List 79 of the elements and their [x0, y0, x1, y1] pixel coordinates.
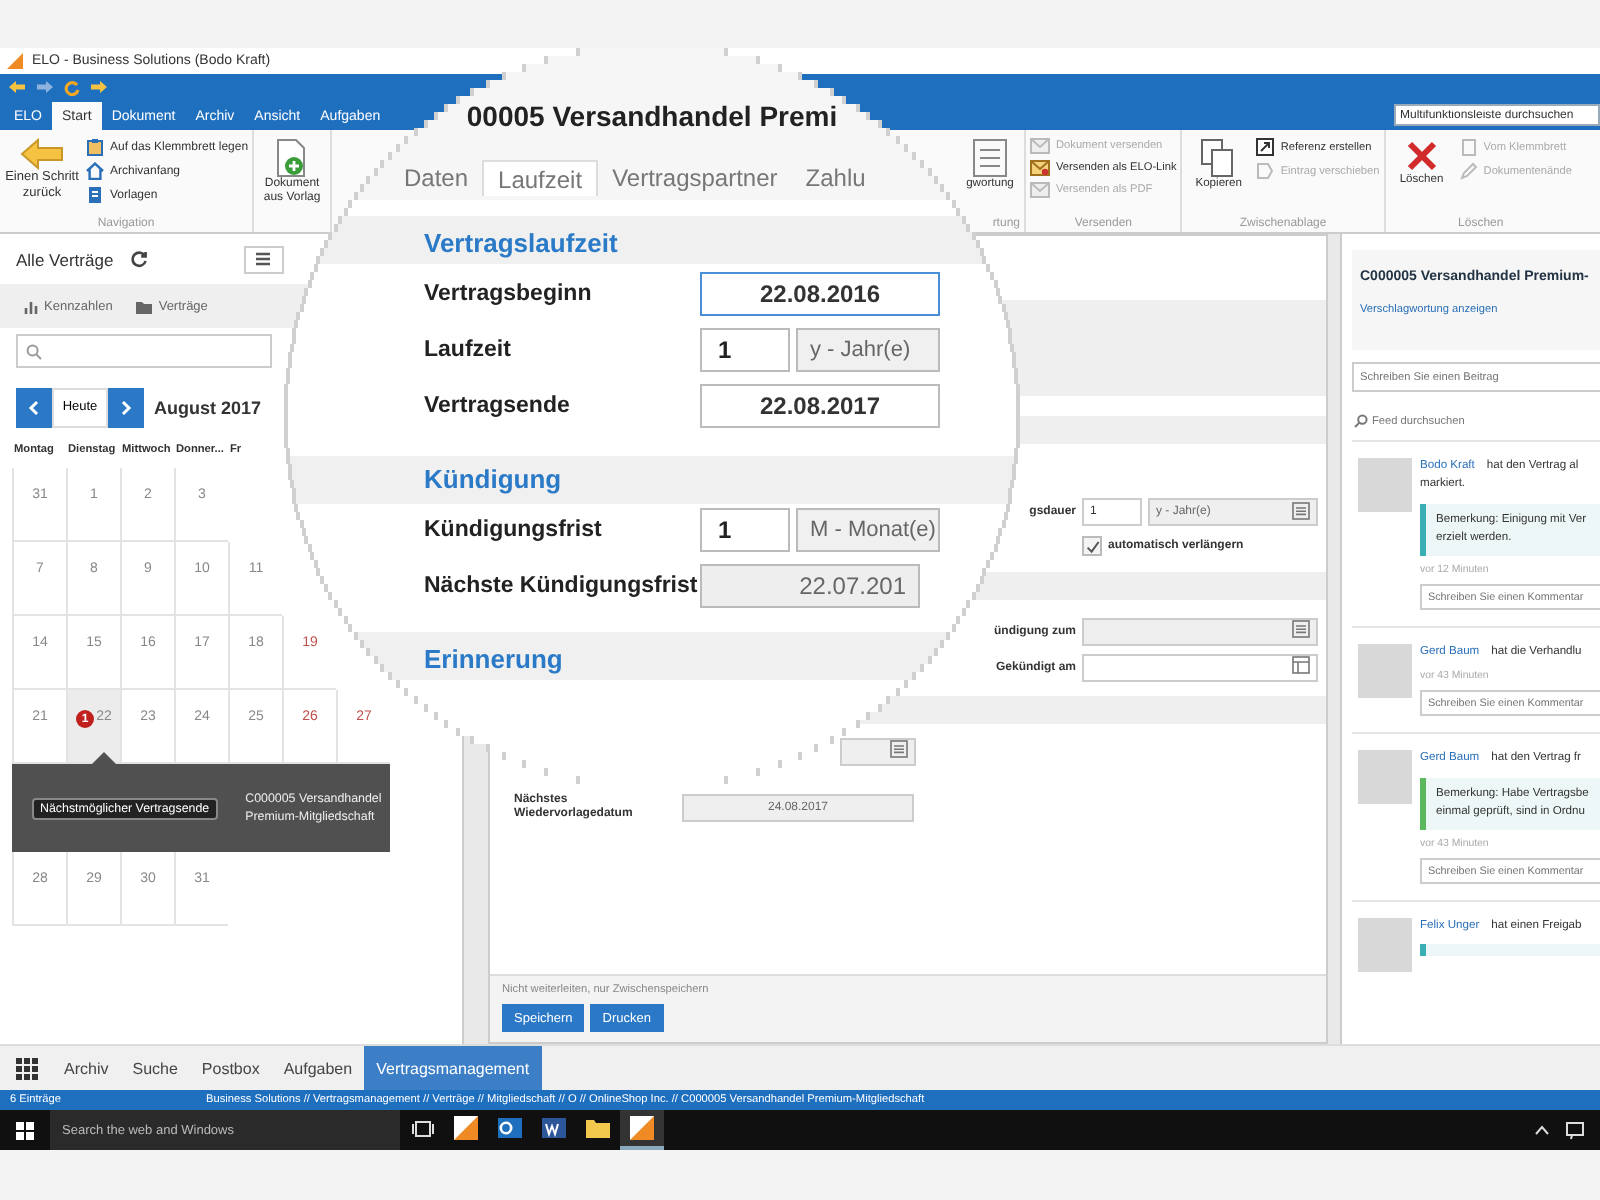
clipboard-icon	[1459, 138, 1478, 156]
avatar-placeholder	[1358, 918, 1412, 973]
refresh-icon[interactable]	[129, 250, 148, 268]
form-tab[interactable]: Zahlu	[791, 160, 880, 196]
checkmark-icon	[1085, 539, 1099, 553]
field-label: Laufzeit	[424, 338, 513, 362]
x-icon	[1403, 138, 1440, 174]
app-logo-icon	[6, 52, 24, 70]
avatar-placeholder	[1358, 750, 1412, 805]
document-logo-icon	[628, 1114, 656, 1142]
list-view-button[interactable]	[243, 245, 284, 273]
word-app-icon	[540, 1114, 568, 1142]
panel-title: Alle Verträge	[16, 249, 114, 269]
chevron-up-icon[interactable]	[1534, 1124, 1550, 1136]
avatar-placeholder	[1358, 458, 1412, 512]
unit-dropdown[interactable]: y - Jahr(e)	[796, 328, 940, 372]
list-icon	[890, 740, 908, 758]
checkbox[interactable]	[1082, 536, 1102, 556]
list-icon	[256, 252, 271, 266]
pencil-icon	[1459, 162, 1478, 180]
copy-icon	[1200, 138, 1237, 178]
field-label: Vertragsende	[424, 394, 572, 418]
next-button[interactable]	[108, 387, 144, 427]
task-view-icon	[411, 1119, 433, 1137]
document-plus-icon	[274, 138, 311, 178]
bar-chart-icon	[24, 299, 38, 313]
module-tab[interactable]: Vertragsmanagement	[364, 1046, 542, 1090]
list-icon	[972, 138, 1008, 178]
section-heading: Vertragslaufzeit	[424, 227, 618, 257]
month-title: August 2017	[154, 397, 262, 417]
document-logo-icon	[452, 1114, 480, 1142]
envelope-icon	[1030, 182, 1050, 198]
envelope-icon	[1030, 160, 1050, 176]
arrow-left-icon	[20, 138, 64, 170]
arrow-right-icon[interactable]	[90, 80, 108, 94]
dropdown-field[interactable]	[840, 737, 916, 765]
module-tab[interactable]: Suche	[120, 1046, 190, 1090]
number-field[interactable]: 1	[700, 328, 790, 372]
chevron-left-icon	[28, 399, 40, 415]
notification-icon[interactable]	[1566, 1121, 1584, 1139]
form-tab[interactable]: Vertragspartner	[598, 160, 792, 196]
avatar-placeholder	[1358, 644, 1412, 699]
document-icon	[86, 186, 104, 204]
mail-app-icon	[496, 1114, 524, 1142]
field-label: Nächste Kündigungsfrist	[424, 574, 700, 598]
date-field[interactable]: 22.08.2016	[700, 272, 940, 316]
field-label: Vertragsbeginn	[424, 282, 594, 306]
field-label: Kündigungsfrist	[424, 518, 604, 542]
windows-logo-icon	[16, 1121, 34, 1139]
house-icon	[86, 162, 104, 180]
list-icon	[1292, 501, 1310, 519]
date-field: 22.07.201	[700, 564, 920, 608]
section-heading: Kündigung	[424, 463, 562, 493]
number-field[interactable]: 1	[700, 508, 790, 552]
arrow-left-icon[interactable]	[8, 80, 26, 94]
unit-dropdown[interactable]: M - Monat(e)	[796, 508, 940, 552]
form-tab[interactable]: Daten	[390, 160, 483, 196]
date-field[interactable]	[1082, 653, 1318, 681]
date-field[interactable]: 22.08.2017	[700, 384, 940, 428]
folder-icon	[136, 299, 153, 313]
previous-button[interactable]	[16, 387, 52, 427]
form-tab[interactable]: Laufzeit	[482, 160, 599, 196]
module-tab[interactable]: Archiv	[52, 1046, 121, 1090]
chevron-right-icon	[120, 399, 132, 415]
section-heading: Erinnerung	[424, 643, 563, 673]
search-icon	[1354, 414, 1368, 428]
module-tab[interactable]: Aufgaben	[271, 1046, 365, 1090]
contract-title: 00005 Versandhandel Premi	[466, 100, 838, 132]
envelope-icon	[1030, 138, 1050, 154]
shortcut-arrow-icon	[1256, 138, 1275, 156]
search-field[interactable]	[16, 334, 272, 368]
module-tab[interactable]: Postbox	[189, 1046, 272, 1090]
clipboard-icon	[86, 138, 104, 156]
calendar-icon	[1292, 656, 1310, 674]
search-icon	[26, 343, 42, 359]
list-icon	[1292, 620, 1310, 638]
grid-icon	[15, 1057, 37, 1079]
folder-icon	[584, 1114, 612, 1142]
taskbar-app-button[interactable]	[620, 1110, 664, 1150]
